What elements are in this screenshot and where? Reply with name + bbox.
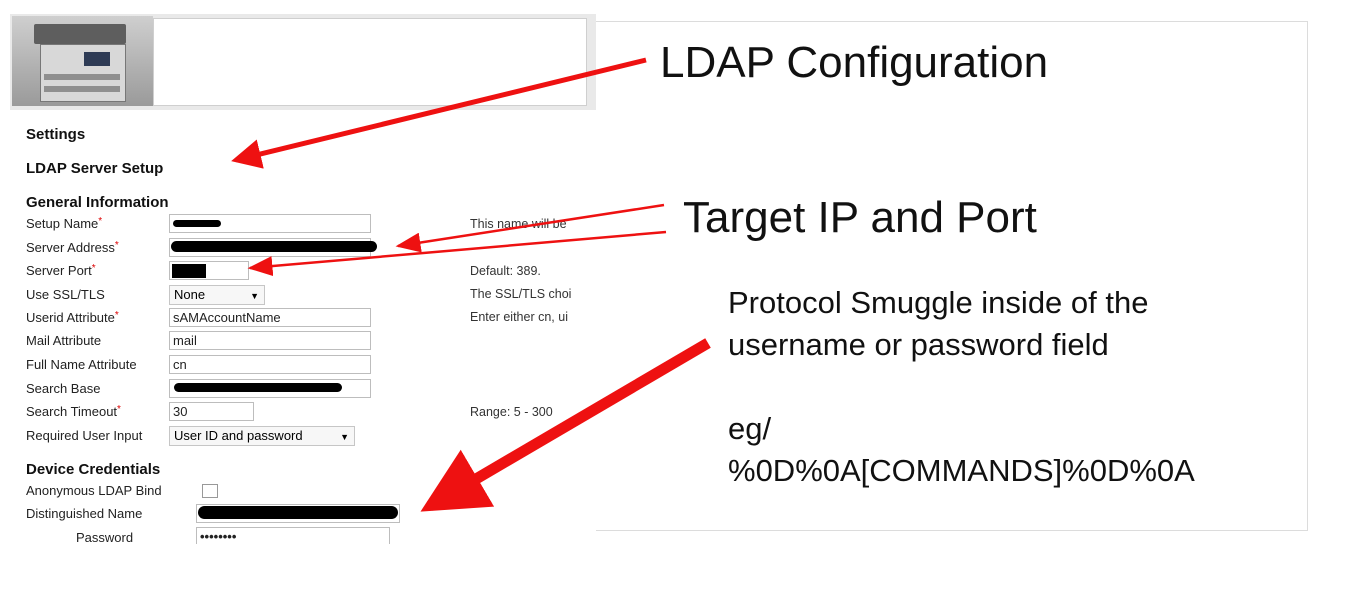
required-user-input-label: Required User Input xyxy=(26,428,143,443)
caret-down-icon: ▼ xyxy=(250,291,259,301)
full-name-attribute-field[interactable]: cn xyxy=(169,355,371,374)
password-field[interactable]: •••••••• xyxy=(196,527,390,544)
server-port-note: Default: 389. xyxy=(470,264,541,278)
annotation-smuggle-line2: username or password field xyxy=(728,327,1109,362)
header-panel xyxy=(153,18,587,106)
full-name-attribute-label: Full Name Attribute xyxy=(26,357,137,372)
anonymous-ldap-bind-checkbox[interactable] xyxy=(202,484,218,498)
password-label: Password xyxy=(76,530,134,544)
use-ssl-note: The SSL/TLS choi xyxy=(470,287,572,301)
server-address-label: Server Address* xyxy=(26,240,119,255)
userid-attribute-field[interactable]: sAMAccountName xyxy=(169,308,371,327)
ldap-settings-screenshot: Settings LDAP Server Setup General Infor… xyxy=(10,14,596,544)
mail-attribute-field[interactable]: mail xyxy=(169,331,371,350)
caret-down-icon: ▼ xyxy=(340,432,349,442)
userid-attribute-note: Enter either cn, ui xyxy=(470,310,568,324)
search-timeout-field[interactable]: 30 xyxy=(169,402,254,421)
ldap-server-setup-heading[interactable]: LDAP Server Setup xyxy=(26,160,163,177)
distinguished-name-label: Distinguished Name xyxy=(26,506,143,521)
redaction-mark xyxy=(173,220,221,227)
search-timeout-label: Search Timeout* xyxy=(26,404,121,419)
use-ssl-select[interactable]: None ▼ xyxy=(169,285,265,305)
settings-heading: Settings xyxy=(26,126,86,143)
mail-attribute-label: Mail Attribute xyxy=(26,333,102,348)
annotation-payload: %0D%0A[COMMANDS]%0D%0A xyxy=(728,453,1195,488)
setup-name-note: This name will be xyxy=(470,217,567,231)
redaction-mark xyxy=(171,241,377,252)
device-credentials-heading: Device Credentials xyxy=(26,461,161,478)
header-banner xyxy=(10,14,596,110)
anonymous-ldap-bind-label: Anonymous LDAP Bind xyxy=(26,483,162,498)
annotation-ldap-configuration: LDAP Configuration xyxy=(660,38,1049,87)
redaction-mark xyxy=(172,264,206,278)
annotation-eg: eg/ xyxy=(728,411,772,446)
search-base-label: Search Base xyxy=(26,381,101,396)
userid-attribute-label: Userid Attribute* xyxy=(26,310,119,325)
redaction-mark xyxy=(174,383,342,392)
setup-name-label: Setup Name* xyxy=(26,216,103,231)
general-information-heading: General Information xyxy=(26,194,169,211)
server-port-label: Server Port* xyxy=(26,263,96,278)
search-timeout-note: Range: 5 - 300 xyxy=(470,405,553,419)
printer-image xyxy=(12,16,153,106)
annotation-smuggle-line1: Protocol Smuggle inside of the xyxy=(728,285,1149,320)
required-user-input-select[interactable]: User ID and password ▼ xyxy=(169,426,355,446)
annotation-target-ip-port: Target IP and Port xyxy=(683,193,1037,242)
redaction-mark xyxy=(198,506,398,519)
use-ssl-label: Use SSL/TLS xyxy=(26,287,105,302)
